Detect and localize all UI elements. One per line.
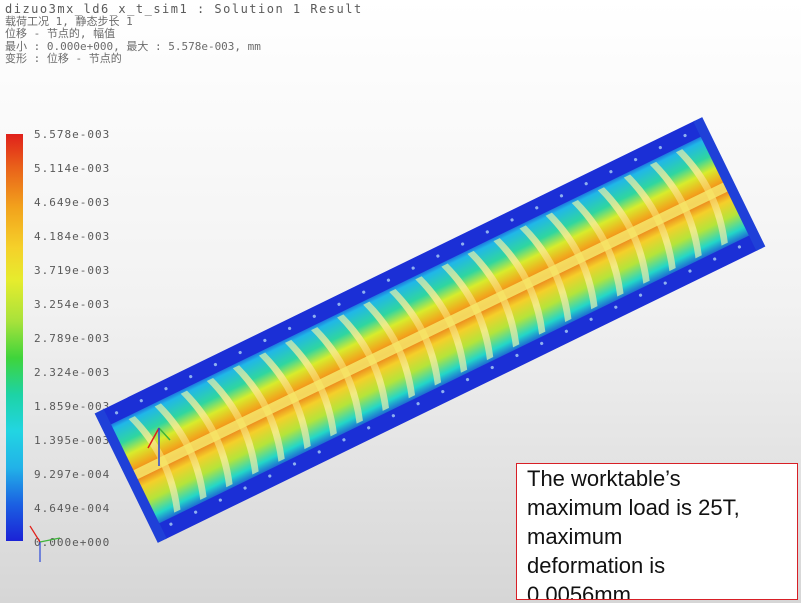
annotation-note: The worktable’s maximum load is 25T, max…	[516, 463, 798, 600]
note-line-4: deformation is	[527, 553, 666, 578]
model-axis-triad-icon	[147, 427, 171, 466]
center-spine	[131, 181, 730, 481]
note-line-5: 0.0056mm	[527, 582, 631, 600]
view-axis-triad-icon	[29, 525, 61, 562]
note-line-2: maximum load is 25T,	[527, 495, 740, 520]
note-line-3: maximum	[527, 524, 623, 549]
note-line-1: The worktable’s	[527, 466, 681, 491]
